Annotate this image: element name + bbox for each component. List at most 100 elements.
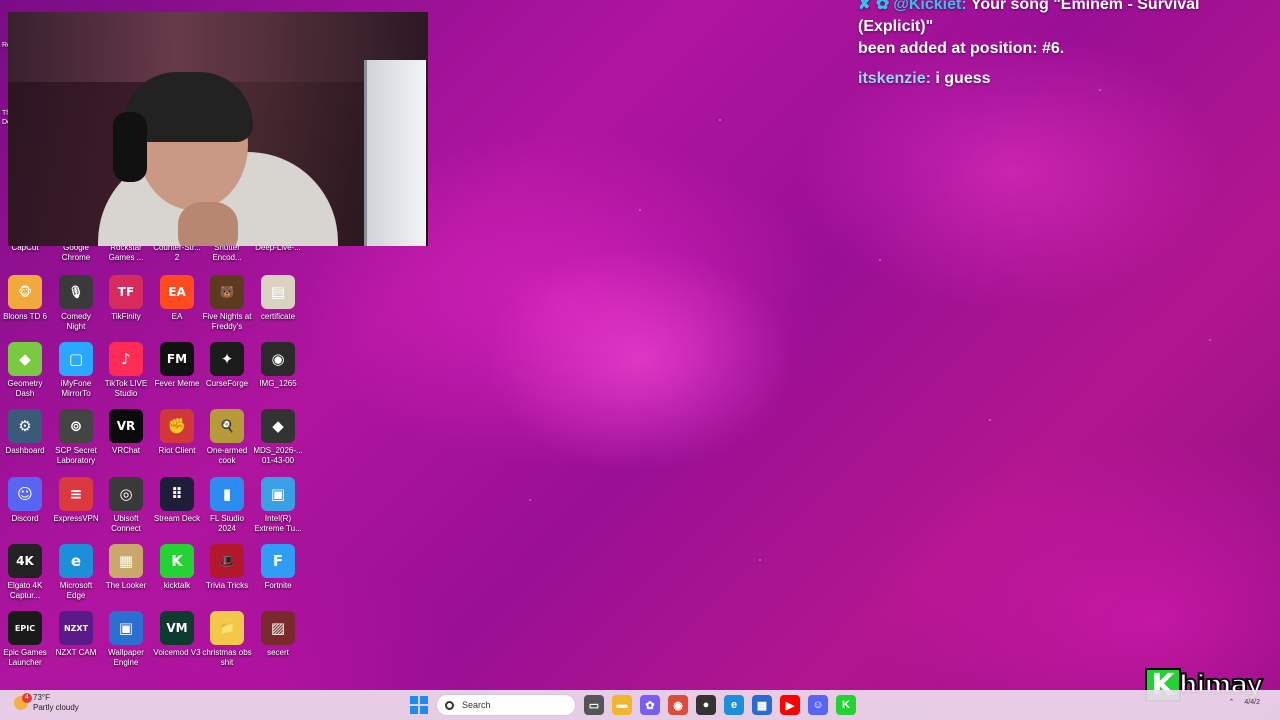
desktop-icon[interactable]: VM Voicemod V3 [152, 611, 202, 658]
edge-icon[interactable]: e [724, 695, 744, 715]
system-tray: ⌃ 4/4/2 [1229, 698, 1260, 707]
youtube-icon[interactable]: ▶ [780, 695, 800, 715]
desktop-icon-label: FL Studio 2024 [210, 514, 244, 533]
chat-badge-icon: ✘ ✿ [858, 0, 890, 13]
app-icon: ⠿ [160, 477, 194, 511]
desktop-icon-label: One-armed cook [206, 446, 248, 465]
desktop-icon-label[interactable]: Google Chrome [51, 243, 101, 263]
clock-date[interactable]: 4/4/2 [1244, 699, 1260, 706]
app-icon: ⚙ [8, 409, 42, 443]
desktop-icon-label: Fortnite [264, 581, 292, 590]
desktop-icon-label: Comedy Night [61, 312, 91, 331]
desktop-icon[interactable]: ✦ CurseForge [202, 342, 252, 389]
weather-icon: 4 [14, 693, 32, 710]
app-icon: ▣ [109, 611, 143, 645]
desktop-icon[interactable]: ◆ MDS_2026-... 01-43-00 [253, 409, 303, 466]
desktop-icon[interactable]: EA EA [152, 275, 202, 322]
desktop-icon-label: NZXT CAM [55, 648, 97, 657]
desktop-icon[interactable]: ⠿ Stream Deck [152, 477, 202, 524]
desktop-icon-label: Voicemod V3 [153, 648, 201, 657]
app-icon: 🎙 [59, 275, 93, 309]
desktop-icon[interactable]: 🐵 Bloons TD 6 [0, 275, 50, 322]
desktop-icon[interactable]: ◆ Geometry Dash [0, 342, 50, 399]
desktop-icon[interactable]: ▨ secert [253, 611, 303, 658]
chat-overlay: ✘ ✿ @Kickiet: Your song "Eminem - Surviva… [858, 0, 1278, 90]
app-icon: 📁 [210, 611, 244, 645]
desktop-icon[interactable]: ≡ ExpressVPN [51, 477, 101, 524]
file-explorer-icon[interactable]: ▬ [612, 695, 632, 715]
desktop-icon-label: Trivia Tricks [205, 581, 249, 590]
weather-widget[interactable]: 4 73°F Partly cloudy [14, 693, 79, 713]
desktop-icon[interactable]: TF TikFinity [101, 275, 151, 322]
desktop-icon[interactable]: EPIC Epic Games Launcher [0, 611, 50, 668]
app-icon: ▤ [261, 275, 295, 309]
desktop-icon-label: Bloons TD 6 [3, 312, 47, 321]
desktop-icon[interactable]: NZXT NZXT CAM [51, 611, 101, 658]
desktop-icon[interactable]: ♪ TikTok LIVE Studio [101, 342, 151, 399]
desktop-icon-label[interactable]: Shutter Encod... [202, 243, 252, 263]
desktop-icon-label: Stream Deck [153, 514, 201, 523]
app-icon: 🎩 [210, 544, 244, 578]
desktop-icon-label: IMG_1265 [259, 379, 297, 388]
desktop-icon[interactable]: ▦ The Looker [101, 544, 151, 591]
desktop-icon-label: Wallpaper Engine [108, 648, 144, 667]
desktop-icon-label: SCP Secret Laboratory [55, 446, 97, 465]
chat-message-1-cont: been added at position: #6. [858, 40, 1065, 57]
chrome-icon[interactable]: ◉ [668, 695, 688, 715]
desktop-icon-label[interactable]: Rockstar Games ... [101, 243, 151, 263]
obs-icon[interactable]: ● [696, 695, 716, 715]
desktop-icon[interactable]: ◉ IMG_1265 [253, 342, 303, 389]
kick-icon[interactable]: K [836, 695, 856, 715]
desktop-icon-label: christmas obs shit [202, 648, 252, 667]
app-icon: ▮ [210, 477, 244, 511]
taskbar-search[interactable]: Search [436, 694, 576, 716]
desktop-icon[interactable]: 🍳 One-armed cook [202, 409, 252, 466]
copilot-icon[interactable]: ✿ [640, 695, 660, 715]
chevron-up-icon[interactable]: ⌃ [1229, 698, 1235, 706]
desktop-icon[interactable]: ☺ Discord [0, 477, 50, 524]
search-icon [445, 700, 454, 710]
app-icon: 🐵 [8, 275, 42, 309]
store-icon[interactable]: ▦ [752, 695, 772, 715]
desktop-icon[interactable]: ▤ certificate [253, 275, 303, 322]
app-icon: ✊ [160, 409, 194, 443]
app-icon: ◆ [8, 342, 42, 376]
desktop-icon-label[interactable]: Counter-Str... 2 [152, 243, 202, 263]
desktop-icon[interactable]: ▣ Wallpaper Engine [101, 611, 151, 668]
app-icon: 🍳 [210, 409, 244, 443]
app-icon: TF [109, 275, 143, 309]
desktop-icon-label: Riot Client [158, 446, 196, 455]
desktop-icon-label: kicktalk [163, 581, 191, 590]
app-icon: F [261, 544, 295, 578]
desktop-icon[interactable]: F Fortnite [253, 544, 303, 591]
app-icon: ⊚ [59, 409, 93, 443]
streamer [68, 72, 338, 246]
desktop-icon[interactable]: ⊚ SCP Secret Laboratory [51, 409, 101, 466]
desktop-icon[interactable]: FM Fever Meme [152, 342, 202, 389]
chat-message-2: itskenzie: i guess [858, 68, 1278, 90]
desktop-icon[interactable]: e Microsoft Edge [51, 544, 101, 601]
desktop-icon[interactable]: Kkicktalk [152, 544, 202, 591]
desktop-icon[interactable]: ⚙ Dashboard [0, 409, 50, 456]
desktop-icon[interactable]: 4K Elgato 4K Captur... [0, 544, 50, 601]
notification-badge: 4 [22, 693, 32, 703]
task-view-icon[interactable]: ▭ [584, 695, 604, 715]
desktop-icon[interactable]: 📁 christmas obs shit [202, 611, 252, 668]
desktop-icon[interactable]: ✊ Riot Client [152, 409, 202, 456]
app-icon: ▦ [109, 544, 143, 578]
chat-message-1: ✘ ✿ @Kickiet: Your song "Eminem - Surviva… [858, 0, 1278, 38]
desktop-icon[interactable]: 🐻 Five Nights at Freddy's [202, 275, 252, 332]
desktop-icon[interactable]: ◎ Ubisoft Connect [101, 477, 151, 534]
desktop-icon-label: secert [267, 648, 289, 657]
desktop-icon[interactable]: 🎩 Trivia Tricks [202, 544, 252, 591]
desktop-icon[interactable]: 🎙 Comedy Night [51, 275, 101, 332]
desktop-icon[interactable]: ▮ FL Studio 2024 [202, 477, 252, 534]
app-icon: EPIC [8, 611, 42, 645]
app-icon: VM [160, 611, 194, 645]
start-button[interactable] [410, 696, 428, 714]
desktop-icon[interactable]: VR VRChat [101, 409, 151, 456]
discord-icon[interactable]: ☺ [808, 695, 828, 715]
desktop-icon[interactable]: ▢ iMyFone MirrorTo [51, 342, 101, 399]
desktop-icon[interactable]: ▣ Intel(R) Extreme Tu... [253, 477, 303, 534]
search-placeholder: Search [462, 700, 491, 710]
